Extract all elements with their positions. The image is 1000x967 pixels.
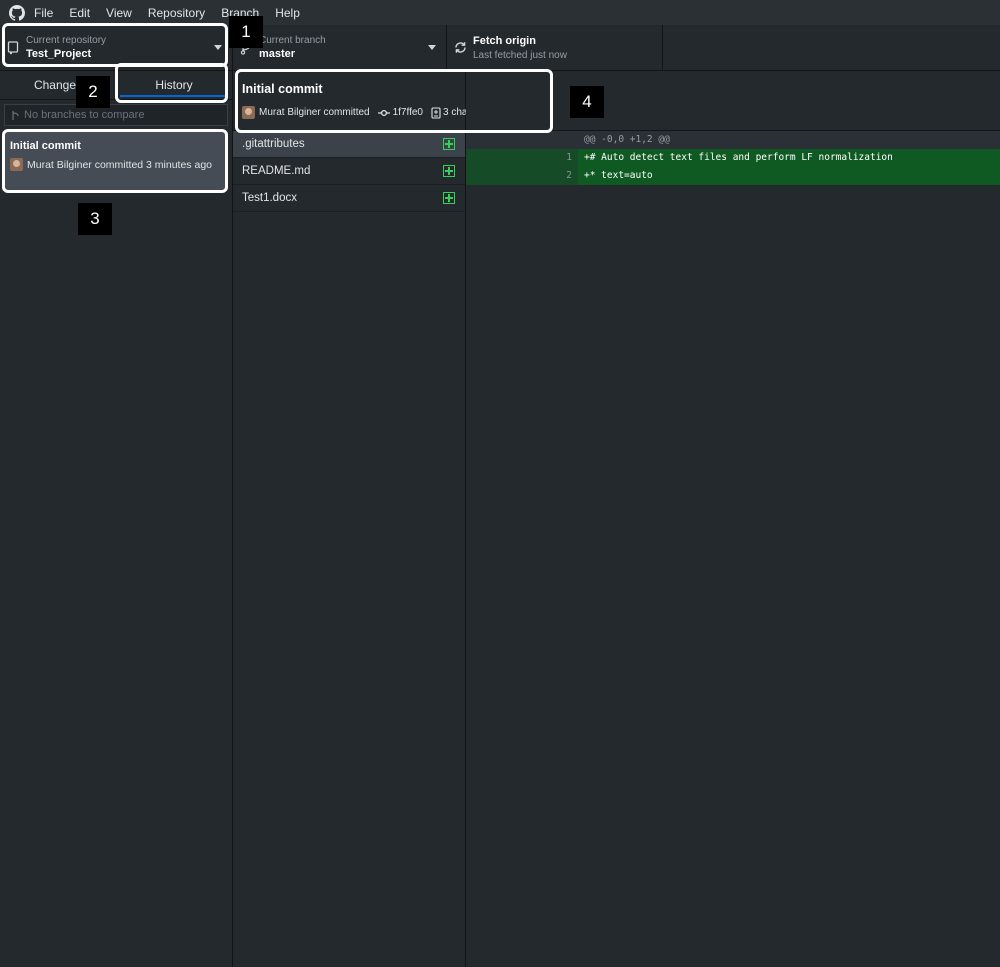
diff-line-text: +# Auto detect text files and perform LF…: [578, 149, 1000, 167]
file-name: Test1.docx: [242, 192, 297, 204]
highlight-box-commit-detail: [235, 69, 553, 133]
file-row-readme[interactable]: README.md: [233, 158, 465, 185]
menu-file[interactable]: File: [34, 6, 53, 20]
annotation-number-4: 4: [570, 86, 604, 118]
annotation-number-1: 1: [229, 16, 263, 48]
sidebar: Changes History No branches to compare I…: [0, 71, 233, 967]
fetch-origin-subtitle: Last fetched just now: [473, 49, 567, 61]
file-row-gitattributes[interactable]: .gitattributes: [233, 131, 465, 158]
sync-icon: [447, 41, 473, 54]
changed-files-panel: Initial commit Murat Bilginer committed …: [233, 71, 510, 967]
fetch-origin-title: Fetch origin: [473, 34, 536, 47]
diff-line-added[interactable]: 2 +* text=auto: [466, 167, 1000, 185]
menu-edit[interactable]: Edit: [69, 6, 90, 20]
file-added-icon: [443, 165, 455, 177]
file-added-icon: [443, 138, 455, 150]
branch-compare-input[interactable]: No branches to compare: [4, 104, 228, 126]
highlight-box-repository: [2, 23, 228, 67]
file-name: README.md: [242, 165, 311, 177]
current-branch-value: master: [259, 47, 296, 60]
file-added-icon: [443, 192, 455, 204]
current-branch-label: Current branch: [259, 34, 326, 46]
menu-repository[interactable]: Repository: [148, 6, 205, 20]
current-branch-button[interactable]: Current branch master: [233, 25, 447, 70]
file-row-test1-docx[interactable]: Test1.docx: [233, 185, 465, 212]
annotation-number-3: 3: [78, 203, 112, 235]
menu-help[interactable]: Help: [275, 6, 300, 20]
fetch-origin-button[interactable]: Fetch origin Last fetched just now: [447, 25, 663, 70]
diff-line-number: 2: [522, 167, 578, 185]
annotation-number-2: 2: [76, 76, 110, 108]
diff-line-text: +* text=auto: [578, 167, 1000, 185]
diff-line-added[interactable]: 1 +# Auto detect text files and perform …: [466, 149, 1000, 167]
file-name: .gitattributes: [242, 138, 305, 150]
highlight-box-commit: [2, 129, 228, 193]
diff-hunk-header: @@ -0,0 +1,2 @@: [466, 131, 1000, 149]
branch-compare-placeholder: No branches to compare: [24, 109, 145, 121]
highlight-box-history-tab: [115, 63, 228, 103]
chevron-down-icon: [428, 45, 436, 50]
diff-view: @@ -0,0 +1,2 @@ 1 +# Auto detect text fi…: [466, 71, 1000, 967]
menu-view[interactable]: View: [106, 6, 132, 20]
github-logo-icon: [0, 4, 34, 21]
branch-icon: [11, 110, 20, 121]
diff-line-number: 1: [522, 149, 578, 167]
diff-hunk-text: @@ -0,0 +1,2 @@: [578, 131, 1000, 149]
menu-bar: File Edit View Repository Branch Help: [0, 0, 1000, 25]
